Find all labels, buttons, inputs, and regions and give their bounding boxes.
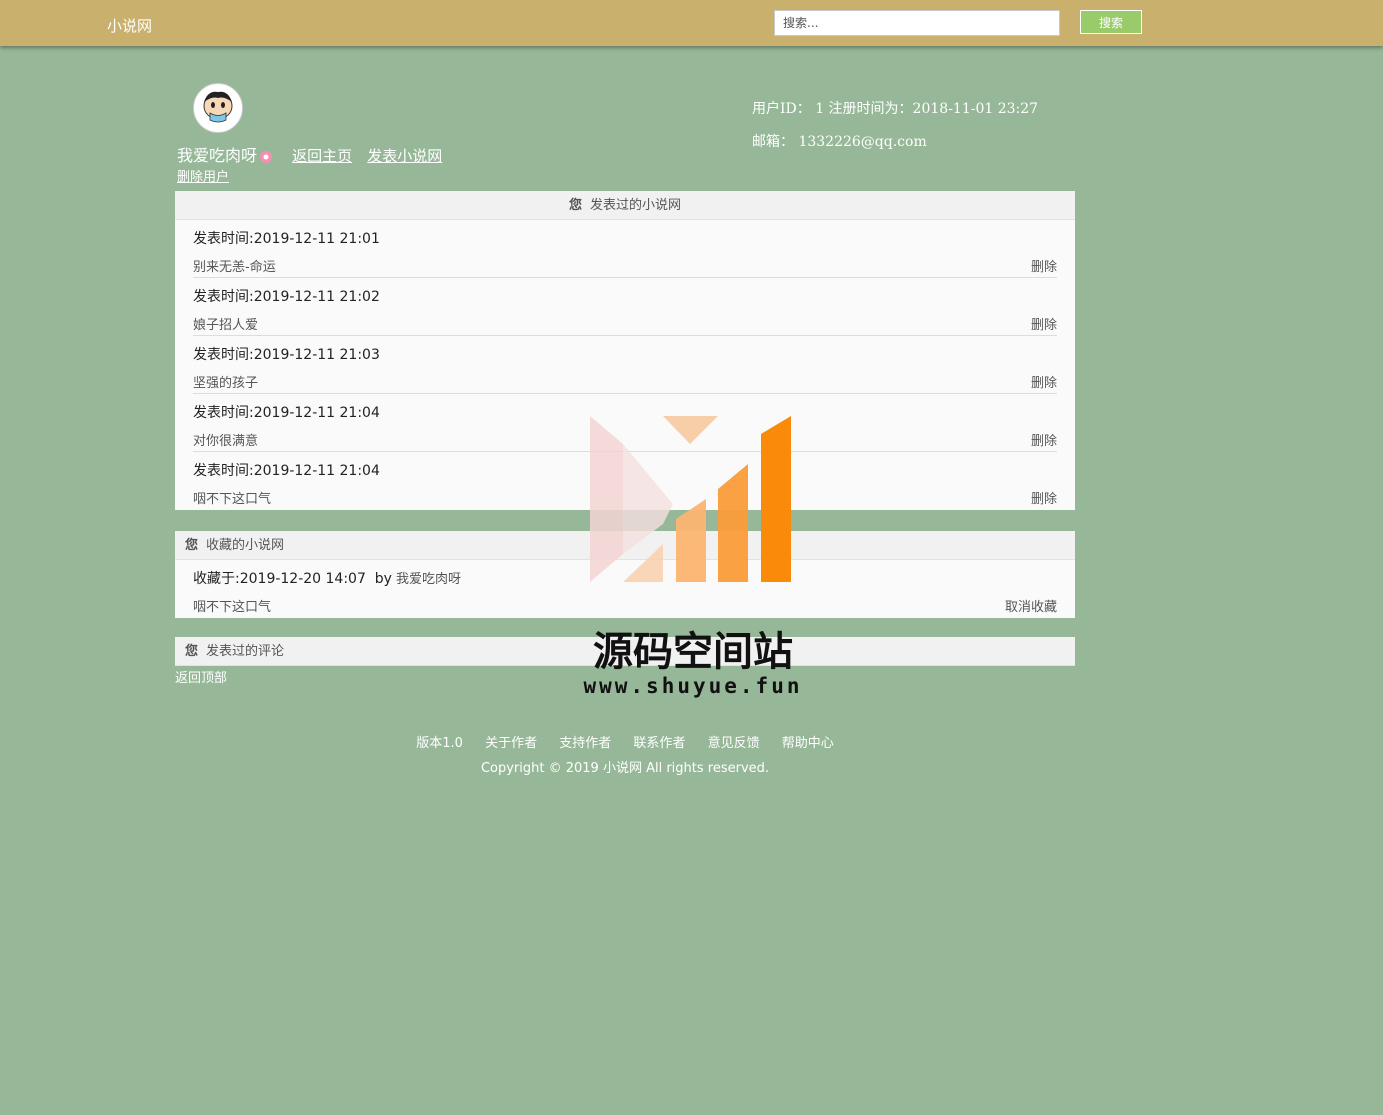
favorite-time-text: 收藏于:2019-12-20 14:07 [193,571,366,587]
delete-button[interactable]: 删除 [1031,488,1057,507]
panel-title: 发表过的评论 [206,644,285,659]
panel-title: 收藏的小说网 [206,538,285,553]
brand-link[interactable]: 小说网 [107,15,152,36]
footer-link-version[interactable]: 版本1.0 [416,736,463,751]
footer-links: 版本1.0 关于作者 支持作者 联系作者 意见反馈 帮助中心 [0,732,1250,751]
footer-link-contact[interactable]: 联系作者 [633,736,685,751]
copyright: Copyright © 2019 小说网 All rights reserved… [480,761,770,776]
favorite-author[interactable]: 我爱吃肉呀 [396,572,461,587]
post-title-link[interactable]: 坚强的孩子 [193,372,258,391]
back-to-top-link[interactable]: 返回顶部 [175,667,227,686]
post-time: 发表时间:2019-12-11 21:03 [193,347,380,363]
footer-link-support[interactable]: 支持作者 [559,736,611,751]
list-item: 发表时间:2019-12-11 21:01 别来无恙-命运 删除 [193,220,1057,278]
back-home-link[interactable]: 返回主页 [292,147,352,165]
post-title-link[interactable]: 娘子招人爱 [193,314,258,333]
delete-button[interactable]: 删除 [1031,430,1057,449]
delete-user-link[interactable]: 删除用户 [177,166,229,185]
list-item: 发表时间:2019-12-11 21:02 娘子招人爱 删除 [193,278,1057,336]
panel-header: 您发表过的小说网 [175,191,1075,220]
top-navbar: 小说网 搜索 [0,0,1383,46]
username: 我爱吃肉呀 [177,146,258,165]
delete-button[interactable]: 删除 [1031,256,1057,275]
header-you-label: 您 [568,198,582,213]
delete-button[interactable]: 删除 [1031,372,1057,391]
header-you-label: 您 [185,538,199,553]
flower-icon [260,150,273,163]
favorite-title-link[interactable]: 咽不下这口气 [193,596,271,615]
user-id-line: 用户ID： 1 注册时间为：2018-11-01 23:27 [752,101,1039,117]
publish-novel-link[interactable]: 发表小说网 [367,147,442,165]
watermark-url: www.shuyue.fun [583,674,803,698]
footer-link-help[interactable]: 帮助中心 [782,736,834,751]
post-title-link[interactable]: 别来无恙-命运 [193,256,276,275]
delete-button[interactable]: 删除 [1031,314,1057,333]
post-time: 发表时间:2019-12-11 21:04 [193,463,380,479]
footer-link-about[interactable]: 关于作者 [485,736,537,751]
avatar [193,83,243,133]
by-label: by [374,571,392,587]
header-you-label: 您 [185,644,199,659]
watermark-logo-icon [590,416,791,582]
profile-nav: 我爱吃肉呀 返回主页 发表小说网 [177,142,442,166]
post-title-link[interactable]: 对你很满意 [193,430,258,449]
watermark: 源码空间站 www.shuyue.fun [578,414,808,704]
footer-link-feedback[interactable]: 意见反馈 [708,736,760,751]
post-time: 发表时间:2019-12-11 21:02 [193,289,380,305]
unfavorite-button[interactable]: 取消收藏 [1005,596,1057,615]
panel-title: 发表过的小说网 [590,198,682,213]
email-line: 邮箱： 1332226@qq.com [752,134,927,150]
favorite-time: 收藏于:2019-12-20 14:07 by 我爱吃肉呀 [193,568,461,588]
search-button[interactable]: 搜索 [1080,10,1142,34]
post-time: 发表时间:2019-12-11 21:01 [193,231,380,247]
post-title-link[interactable]: 咽不下这口气 [193,488,271,507]
search-input[interactable] [774,10,1060,36]
user-info: 用户ID： 1 注册时间为：2018-11-01 23:27 邮箱： 13322… [752,93,1038,159]
list-item: 发表时间:2019-12-11 21:03 坚强的孩子 删除 [193,336,1057,394]
watermark-name: 源码空间站 [593,629,793,675]
post-time: 发表时间:2019-12-11 21:04 [193,405,380,421]
